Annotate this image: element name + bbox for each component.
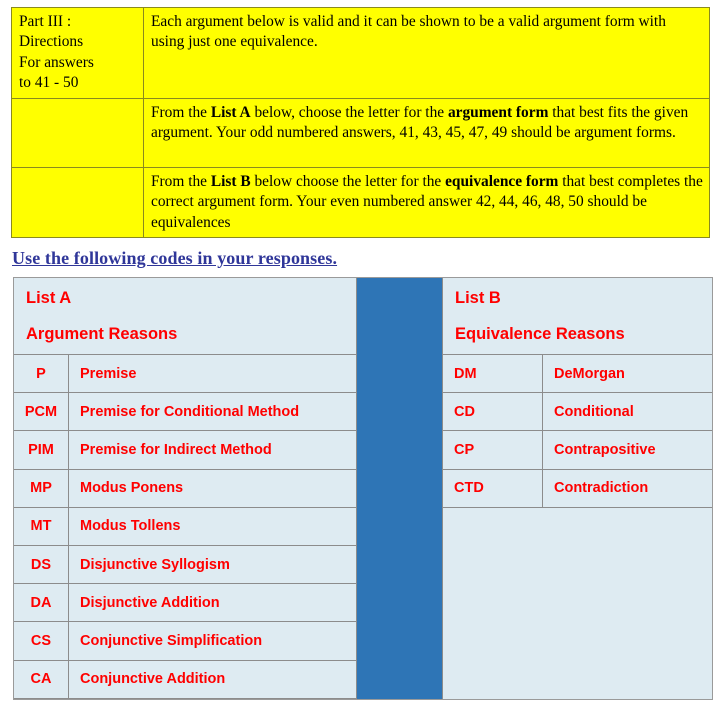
list-a-name-pim: Premise for Indirect Method [69, 431, 356, 470]
list-a-name-da: Disjunctive Addition [69, 584, 356, 623]
list-a-name-p: Premise [69, 355, 356, 394]
list-a-code-cs: CS [14, 622, 69, 661]
list-a-code-ds: DS [14, 546, 69, 585]
list-a-name-cs: Conjunctive Simplification [69, 622, 356, 661]
directions-empty-label-3 [11, 166, 144, 239]
codes-heading: Use the following codes in your response… [12, 248, 338, 268]
codes-table: List A Argument Reasons List B Equivalence … [13, 277, 713, 700]
list-b-empty-area [443, 507, 712, 699]
list-b-subtitle: Equivalence Reasons [455, 324, 625, 343]
directions-part-label: Part III : Directions For answers to 41 … [11, 7, 144, 99]
directions-intro-text: Each argument below is valid and it can … [143, 7, 710, 99]
seg-bold-equivalence-form: equivalence form [445, 172, 559, 190]
seg: From the [151, 172, 211, 190]
list-a-name-mp: Modus Ponens [69, 469, 356, 508]
list-a-code-p: P [14, 355, 69, 394]
list-b-title: List B [455, 288, 501, 307]
list-b-name-cd: Conditional [543, 393, 712, 432]
list-a-title: List A [26, 288, 72, 307]
table-row: From the List A below, choose the letter… [11, 97, 710, 168]
list-a-subtitle: Argument Reasons [26, 324, 178, 343]
list-a-code-mt: MT [14, 507, 69, 546]
list-a-name-pcm: Premise for Conditional Method [69, 393, 356, 432]
list-b-name-ctd: Contradiction [543, 469, 712, 508]
seg: below, choose the letter for the [250, 103, 448, 121]
list-a-name-ds: Disjunctive Syllogism [69, 546, 356, 585]
codes-grid: List A Argument Reasons List B Equivalence … [14, 278, 712, 699]
directions-part-label-line-1: Part III : [19, 13, 72, 30]
seg-bold-list-b: List B [210, 172, 251, 190]
list-a-code-pcm: PCM [14, 393, 69, 432]
directions-list-a-instruction: From the List A below, choose the letter… [143, 97, 710, 168]
list-a-code-da: DA [14, 584, 69, 623]
list-a-code-pim: PIM [14, 431, 69, 470]
directions-part-label-line-3: For answers [19, 53, 94, 71]
seg-bold-list-a: List A [210, 103, 251, 121]
list-a-name-ca: Conjunctive Addition [69, 660, 356, 699]
directions-part-label-line-2: Directions [19, 33, 84, 51]
list-b-header: List B Equivalence Reasons [443, 278, 712, 355]
list-a-name-mt: Modus Tollens [69, 507, 356, 546]
list-b-name-cp: Contrapositive [543, 431, 712, 470]
table-row: From the List B below choose the letter … [11, 166, 710, 239]
table-row: Part III : Directions For answers to 41 … [11, 7, 710, 99]
list-a-header: List A Argument Reasons [14, 278, 356, 355]
directions-part-label-line-4: to 41 - 50 [19, 74, 79, 92]
seg: below choose the letter for the [250, 172, 446, 190]
answer-divider-column [356, 278, 443, 699]
list-b-code-ctd: CTD [443, 469, 543, 508]
list-b-code-cp: CP [443, 431, 543, 470]
directions-empty-label-2 [11, 97, 144, 168]
list-a-code-ca: CA [14, 660, 69, 699]
list-b-code-cd: CD [443, 393, 543, 432]
list-a-code-mp: MP [14, 469, 69, 508]
seg: From the [151, 103, 211, 121]
list-b-code-dm: DM [443, 355, 543, 394]
list-b-name-dm: DeMorgan [543, 355, 712, 394]
directions-table: Part III : Directions For answers to 41 … [11, 7, 710, 239]
seg-bold-argument-form: argument form [447, 103, 549, 121]
directions-list-b-instruction: From the List B below choose the letter … [143, 166, 710, 239]
